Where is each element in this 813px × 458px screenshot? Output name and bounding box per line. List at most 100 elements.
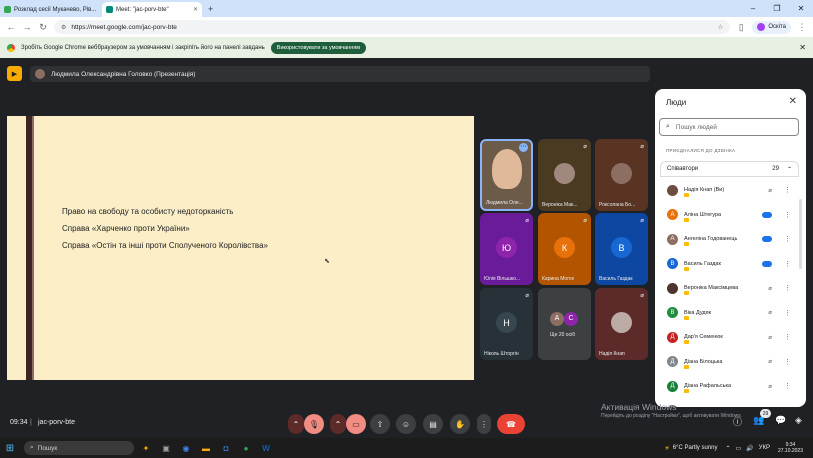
windows-start-icon[interactable]: ⊞	[0, 443, 20, 454]
more-vert-icon[interactable]: ⋮	[784, 211, 791, 219]
profile-button[interactable]: Оскіта	[752, 20, 791, 34]
participant-name: Віка Дудяк	[684, 309, 712, 316]
more-vert-icon[interactable]: ⋮	[784, 186, 791, 194]
participant-row[interactable]: А Аліна Штегура ⋮	[660, 203, 799, 228]
section-label: ПРИЄДНАЛИСЯ ДО ДЗВІНКА	[666, 148, 736, 153]
task-view-icon[interactable]: ▣	[158, 444, 174, 453]
participant-tile[interactable]: Ю ⌀ Юлія Вільшко...	[480, 213, 533, 285]
maximize-button[interactable]: ❐	[765, 0, 789, 17]
close-tab-icon[interactable]: ✕	[99, 6, 100, 13]
people-search-input[interactable]: ⌕ Пошук людей	[659, 118, 799, 136]
participant-avatar	[554, 163, 575, 184]
more-options-button[interactable]: ⋮	[477, 414, 491, 434]
participant-initial: В	[611, 237, 632, 258]
participant-avatar	[667, 282, 678, 294]
raise-hand-button[interactable]: ✋	[450, 414, 470, 434]
camera-toggle-button[interactable]: ▭	[346, 414, 366, 434]
close-panel-icon[interactable]: ✕	[789, 96, 797, 107]
more-vert-icon[interactable]: ⋮	[784, 284, 791, 292]
forward-icon[interactable]: →	[22, 22, 32, 32]
more-vert-icon[interactable]: ⋮	[784, 309, 791, 317]
browser-tab-schedule[interactable]: Розклад сесії Мукачево, Рів... ✕	[0, 2, 100, 17]
meet-logo-icon: ▶	[7, 66, 22, 81]
close-window-button[interactable]: ✕	[789, 0, 813, 17]
windows-activation-subtitle: Перейдіть до розділу "Настройки", щоб ак…	[601, 413, 743, 419]
participant-tile[interactable]: Н ⌀ Ніколь Шторгін	[480, 288, 533, 360]
more-participants-tile[interactable]: А С Ще 20 осіб	[538, 288, 591, 360]
mic-off-icon: ⌀	[640, 218, 644, 224]
chevron-up-icon[interactable]: ⌃	[787, 166, 792, 173]
more-vert-icon[interactable]: ⋮	[784, 235, 791, 243]
participant-name: Діана Білоцька	[684, 358, 723, 365]
site-info-icon[interactable]: ⚙	[61, 24, 66, 31]
chrome-taskbar-icon[interactable]: ●	[238, 444, 254, 453]
network-icon[interactable]: ▭	[736, 445, 742, 452]
word-icon[interactable]: W	[258, 444, 274, 453]
video-options-button[interactable]: ⌃	[330, 414, 346, 434]
reactions-button[interactable]: ☺	[396, 414, 416, 434]
address-bar[interactable]: ⚙ https://meet.google.com/jac-porv-bte ☆	[54, 20, 731, 34]
more-options-icon[interactable]: ⋯	[519, 143, 528, 152]
present-button[interactable]: ⇧	[370, 414, 390, 434]
store-icon[interactable]: ◘	[218, 444, 234, 453]
file-explorer-icon[interactable]: ▬	[198, 444, 214, 453]
chevron-up-icon: ⌃	[292, 419, 300, 429]
participant-row[interactable]: А Ангеліна Годованець ⋮	[660, 227, 799, 252]
volume-icon[interactable]: 🔊	[746, 445, 753, 452]
new-tab-button[interactable]: +	[204, 2, 217, 17]
participant-tile[interactable]: ⌀ Роксолана Бо...	[595, 139, 648, 211]
participant-tile[interactable]: ⌀ Вероніка Мак...	[538, 139, 591, 211]
captions-button[interactable]: ▤	[423, 414, 443, 434]
participant-initial: С	[564, 312, 578, 326]
participant-row[interactable]: Вероніка Максімцева ⌀ ⋮	[660, 276, 799, 301]
taskbar-clock[interactable]: 9:34 27.10.2023	[778, 442, 803, 454]
participant-avatar	[667, 184, 678, 196]
language-indicator[interactable]: УКР	[759, 445, 770, 451]
chat-icon[interactable]: 💬	[775, 415, 786, 426]
minimize-button[interactable]: –	[741, 0, 765, 17]
meeting-separator: |	[30, 419, 32, 426]
mic-off-icon: ⌀	[768, 334, 772, 341]
captions-icon: ▤	[429, 419, 437, 429]
more-vert-icon[interactable]: ⋮	[784, 260, 791, 268]
participant-row[interactable]: Д Діана Білоцька ⌀ ⋮	[660, 350, 799, 375]
participant-row[interactable]: Д Діана Рафальська ⌀ ⋮	[660, 374, 799, 399]
set-default-button[interactable]: Використовувати за умовчанням	[270, 41, 366, 54]
sidebar-icon[interactable]: ▯	[736, 22, 746, 33]
info-icon[interactable]: ⓘ	[733, 415, 742, 428]
participant-row[interactable]: В Василь Газдак ⋮	[660, 252, 799, 277]
leave-call-button[interactable]: ☎	[497, 414, 525, 434]
activities-icon[interactable]: ◈	[795, 415, 802, 426]
participant-row[interactable]: Д Дар'я Семенюк ⌀ ⋮	[660, 325, 799, 350]
menu-kebab-icon[interactable]: ⋮	[797, 22, 807, 33]
close-tab-icon[interactable]: ✕	[193, 6, 198, 13]
more-vert-icon[interactable]: ⋮	[784, 382, 791, 390]
participant-avatar: В	[667, 307, 678, 319]
participant-tile[interactable]: ⋯ Людмила Оле...	[480, 139, 533, 211]
collaborators-group-header[interactable]: Співавтори 29 ⌃	[660, 161, 799, 177]
chevron-up-icon[interactable]: ⌃	[725, 445, 730, 452]
back-icon[interactable]: ←	[6, 22, 16, 32]
browser-tab-meet[interactable]: Meet: "jac-porv-bte" ✕	[102, 2, 202, 17]
widgets-icon[interactable]: ✦	[138, 444, 154, 453]
participant-row[interactable]: Надія Кнап (Ви) ⌀ ⋮	[660, 178, 799, 203]
participant-row[interactable]: В Віка Дудяк ⌀ ⋮	[660, 301, 799, 326]
panel-scrollbar[interactable]	[799, 199, 802, 269]
weather-widget[interactable]: ☀ 6°C Partly sunny	[664, 445, 717, 452]
mic-toggle-button[interactable]: 🎙︎	[304, 414, 324, 434]
slide-decor-left	[7, 116, 25, 380]
participant-tile[interactable]: К ⌀ Карина Могон	[538, 213, 591, 285]
more-vert-icon[interactable]: ⋮	[784, 333, 791, 341]
more-vert-icon[interactable]: ⋮	[784, 358, 791, 366]
infobar-message: Зробіть Google Chrome веббраузером за ум…	[21, 44, 265, 51]
bookmark-star-icon[interactable]: ☆	[718, 23, 724, 31]
audio-options-button[interactable]: ⌃	[288, 414, 304, 434]
reload-icon[interactable]: ↻	[38, 22, 48, 33]
participant-row[interactable]: ЄЄвген Софілканич⌀⋮	[660, 399, 799, 407]
participant-tile[interactable]: ⌀ Надія Кнап	[595, 288, 648, 360]
edge-icon[interactable]: ◉	[178, 444, 194, 453]
mic-off-icon: ⌀	[768, 310, 772, 317]
taskbar-search[interactable]: ⌕ Пошук	[24, 441, 134, 455]
close-infobar-icon[interactable]: ✕	[799, 43, 806, 52]
participant-tile[interactable]: В ⌀ Василь Газдак	[595, 213, 648, 285]
